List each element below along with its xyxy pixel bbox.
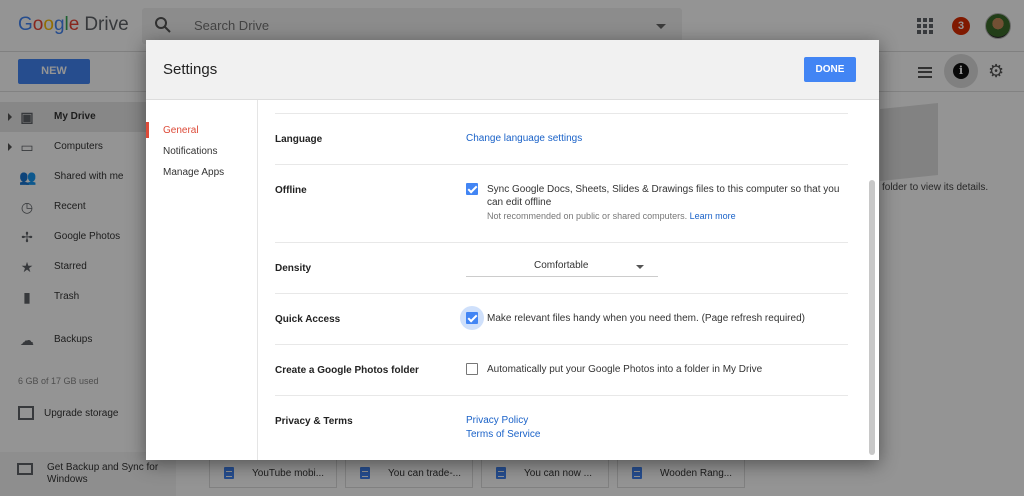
settings-nav: General Notifications Manage Apps: [146, 100, 258, 460]
setting-offline: Offline Sync Google Docs, Sheets, Slides…: [275, 165, 848, 243]
setting-label: Quick Access: [275, 314, 341, 325]
quick-access-checkbox[interactable]: [466, 312, 478, 324]
setting-quick-access: Quick Access Make relevant files handy w…: [275, 294, 848, 345]
done-button[interactable]: DONE: [804, 57, 856, 82]
offline-checkbox[interactable]: [466, 183, 478, 195]
dialog-scrollbar[interactable]: [869, 180, 875, 455]
photos-folder-description: Automatically put your Google Photos int…: [487, 364, 763, 375]
setting-label: Density: [275, 263, 312, 274]
privacy-policy-link[interactable]: Privacy Policy: [466, 415, 528, 426]
setting-privacy: Privacy & Terms Privacy Policy Terms of …: [275, 396, 848, 460]
setting-language: Language Change language settings: [275, 114, 848, 165]
section-divider: [275, 100, 848, 114]
dialog-header: Settings DONE: [146, 40, 879, 100]
density-value: Comfortable: [534, 260, 589, 271]
setting-photos-folder: Create a Google Photos folder Automatica…: [275, 345, 848, 396]
dialog-title: Settings: [163, 61, 218, 78]
offline-description: Sync Google Docs, Sheets, Slides & Drawi…: [487, 184, 840, 208]
density-dropdown[interactable]: Comfortable: [466, 257, 658, 277]
quick-access-description: Make relevant files handy when you need …: [487, 313, 805, 324]
setting-label: Language: [275, 134, 323, 145]
setting-density: Density Comfortable: [275, 243, 848, 294]
offline-note: Not recommended on public or shared comp…: [487, 211, 736, 221]
settings-dialog: Settings DONE General Notifications Mana…: [146, 40, 879, 460]
settings-nav-manage-apps[interactable]: Manage Apps: [146, 162, 257, 182]
learn-more-link[interactable]: Learn more: [690, 211, 736, 221]
setting-label: Offline: [275, 185, 307, 196]
change-language-link[interactable]: Change language settings: [466, 133, 582, 144]
setting-label: Create a Google Photos folder: [275, 365, 419, 376]
photos-folder-checkbox[interactable]: [466, 363, 478, 375]
chevron-down-icon: [636, 265, 644, 269]
settings-nav-notifications[interactable]: Notifications: [146, 141, 257, 161]
setting-label: Privacy & Terms: [275, 416, 353, 427]
settings-nav-general[interactable]: General: [146, 120, 257, 140]
terms-of-service-link[interactable]: Terms of Service: [466, 429, 540, 440]
settings-content: Language Change language settings Offlin…: [258, 100, 867, 460]
